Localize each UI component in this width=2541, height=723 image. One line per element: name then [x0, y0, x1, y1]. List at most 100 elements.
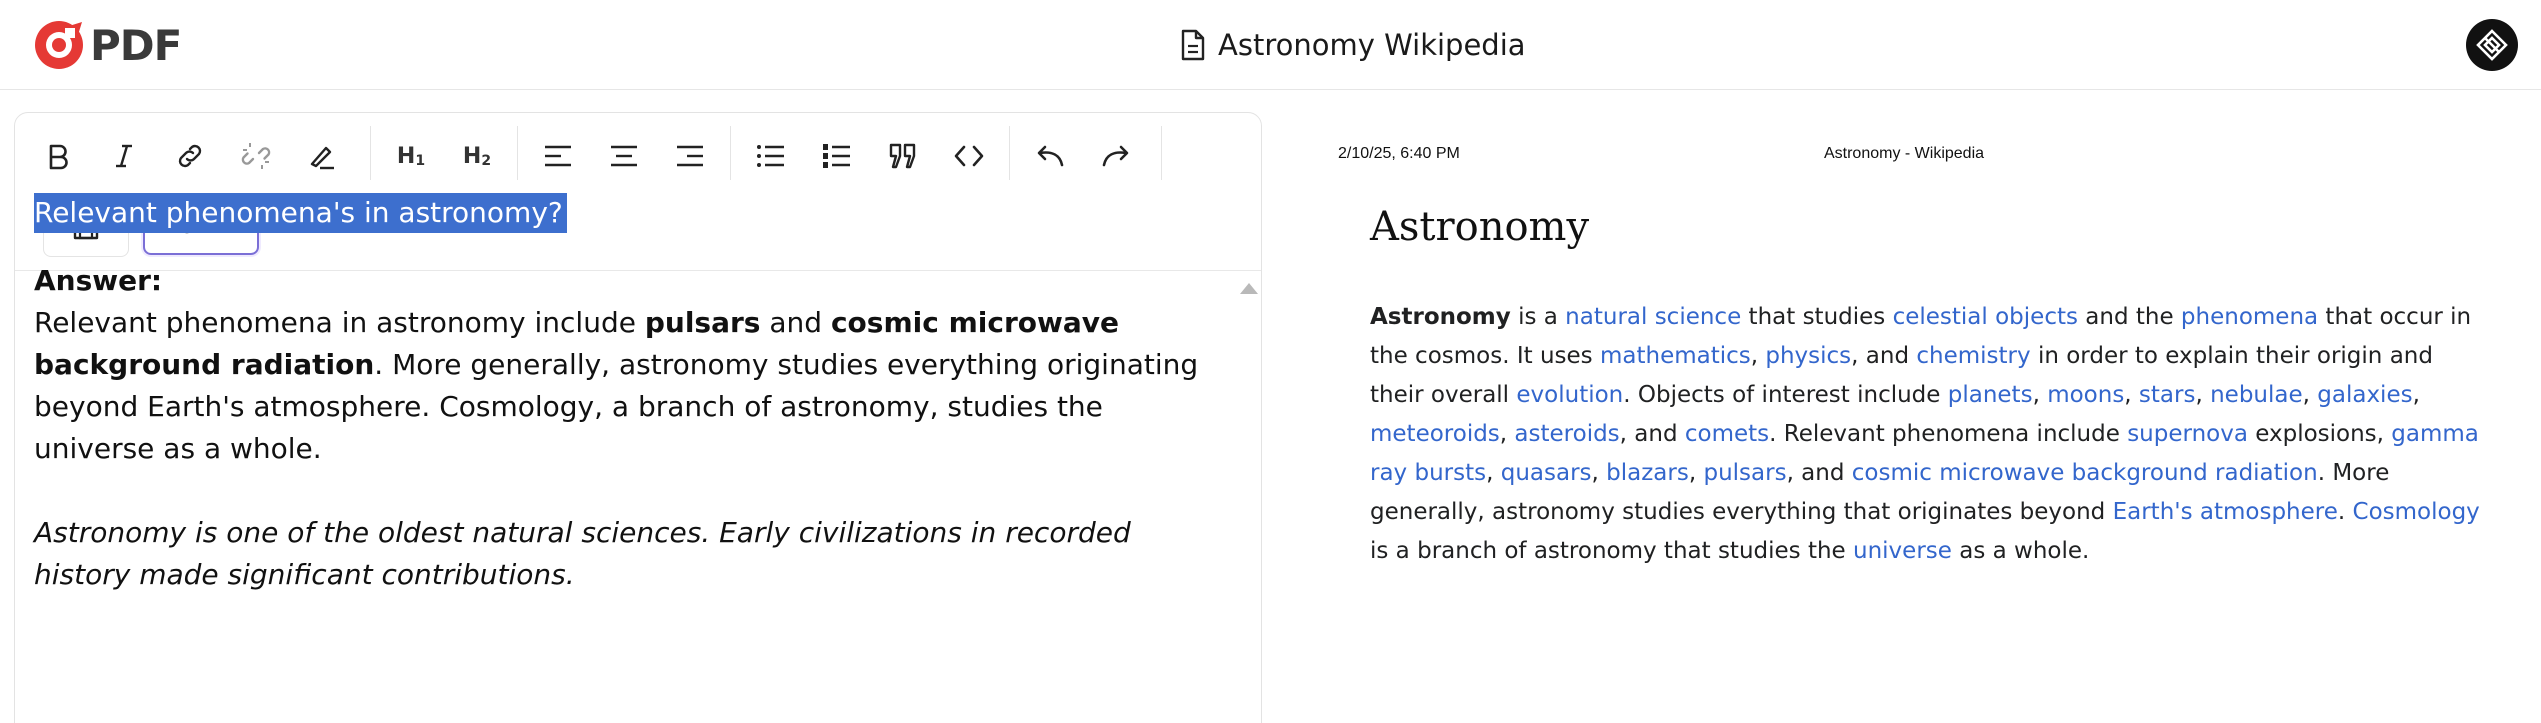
redo-button[interactable]	[1090, 130, 1142, 182]
undo-icon	[1037, 145, 1064, 167]
body-text: ,	[2124, 382, 2139, 408]
body-text: that studies	[1741, 304, 1893, 330]
link-phenomena[interactable]: phenomena	[2181, 304, 2318, 330]
link-planets[interactable]: planets	[1948, 382, 2033, 408]
answer-paragraph: Relevant phenomena in astronomy include …	[34, 302, 1214, 470]
body-text: ,	[2302, 382, 2318, 408]
bold-icon	[49, 144, 68, 170]
link-pulsars[interactable]: pulsars	[1703, 460, 1786, 486]
link-cosmology[interactable]: Cosmology	[2353, 499, 2480, 525]
body-text: , and	[1786, 460, 1852, 486]
heading-2-sub: 2	[481, 152, 492, 169]
body-text: ,	[1499, 421, 1515, 447]
align-right-icon	[677, 145, 703, 167]
editor-content[interactable]: Relevant phenomena's in astronomy? Answe…	[34, 192, 1214, 596]
blockquote-button[interactable]	[877, 130, 929, 182]
redo-icon	[1102, 145, 1129, 167]
body-text: , and	[1851, 343, 1917, 369]
link-stars[interactable]: stars	[2139, 382, 2196, 408]
align-center-button[interactable]	[598, 130, 650, 182]
highlight-button[interactable]	[296, 130, 348, 182]
app-logo[interactable]: PDF	[32, 18, 182, 72]
link-moons[interactable]: moons	[2047, 382, 2124, 408]
unlink-button[interactable]	[230, 130, 282, 182]
heading-1-button[interactable]: H1	[385, 130, 437, 182]
link-button[interactable]	[164, 130, 216, 182]
link-chemistry[interactable]: chemistry	[1916, 343, 2030, 369]
align-right-button[interactable]	[664, 130, 716, 182]
selected-question: Relevant phenomena's in astronomy?	[34, 193, 567, 233]
body-text: .	[2337, 499, 2353, 525]
pdf-logo-icon	[35, 21, 83, 69]
body-text: . Relevant phenomena include	[1769, 421, 2128, 447]
link-physics[interactable]: physics	[1765, 343, 1851, 369]
ordered-list-icon	[823, 144, 850, 168]
undo-button[interactable]	[1024, 130, 1076, 182]
unlink-icon	[241, 143, 271, 169]
link-comets[interactable]: comets	[1685, 421, 1769, 447]
body-text: , and	[1619, 421, 1685, 447]
body-text: ,	[2032, 382, 2048, 408]
link-mathematics[interactable]: mathematics	[1600, 343, 1751, 369]
italic-button[interactable]	[98, 130, 150, 182]
bullet-list-button[interactable]	[745, 130, 797, 182]
body-text: as a whole.	[1951, 538, 2090, 564]
link-earths-atmosphere[interactable]: Earth's atmosphere	[2113, 499, 2338, 525]
link-supernova[interactable]: supernova	[2127, 421, 2248, 447]
article-bold-term: Astronomy	[1370, 304, 1511, 330]
link-universe[interactable]: universe	[1853, 538, 1952, 564]
link-asteroids[interactable]: asteroids	[1514, 421, 1619, 447]
link-galaxies[interactable]: galaxies	[2317, 382, 2412, 408]
link-icon	[178, 144, 202, 168]
link-meteoroids[interactable]: meteoroids	[1370, 421, 1500, 447]
align-left-icon	[545, 145, 571, 167]
quote-icon	[889, 143, 916, 169]
article-body: Astronomy is a natural science that stud…	[1370, 298, 2480, 571]
body-text: and the	[2077, 304, 2181, 330]
code-button[interactable]	[943, 130, 995, 182]
heading-1-label: H	[396, 143, 416, 169]
align-left-button[interactable]	[532, 130, 584, 182]
print-page-header: Astronomy - Wikipedia	[1823, 145, 1985, 162]
body-text: ,	[1591, 460, 1607, 486]
account-avatar[interactable]	[2466, 19, 2518, 71]
document-title-text: Astronomy Wikipedia	[1218, 28, 1526, 62]
body-text: . Objects of interest include	[1623, 382, 1948, 408]
link-nebulae[interactable]: nebulae	[2210, 382, 2303, 408]
toolbar-separator	[370, 126, 371, 180]
print-date: 2/10/25, 6:40 PM	[1338, 145, 1460, 162]
link-quasars[interactable]: quasars	[1501, 460, 1592, 486]
toolbar-separator	[1009, 126, 1010, 180]
body-text: is a branch of astronomy that studies th…	[1370, 538, 1854, 564]
link-evolution[interactable]: evolution	[1516, 382, 1623, 408]
account-icon	[2476, 29, 2508, 61]
link-cosmic-microwave-background-radiation[interactable]: cosmic microwave background radiation	[1852, 460, 2318, 486]
pdf-preview-panel: 2/10/25, 6:40 PM Astronomy - Wikipedia A…	[1262, 92, 2541, 723]
link-natural-science[interactable]: natural science	[1565, 304, 1741, 330]
align-center-icon	[611, 145, 637, 167]
article-title: Astronomy	[1370, 204, 1590, 250]
toolbar-separator	[730, 126, 731, 180]
scroll-up-arrow[interactable]	[1240, 283, 1258, 294]
answer-text: Relevant phenomena in astronomy include	[34, 306, 645, 339]
link-celestial-objects[interactable]: celestial objects	[1893, 304, 2078, 330]
ordered-list-button[interactable]	[811, 130, 863, 182]
body-text: ,	[1688, 460, 1704, 486]
heading-2-button[interactable]: H2	[451, 130, 503, 182]
answer-text: and	[760, 306, 831, 339]
bold-button[interactable]	[32, 130, 84, 182]
code-icon	[954, 145, 984, 167]
document-title: Astronomy Wikipedia	[1180, 24, 1526, 66]
body-text: explosions,	[2247, 421, 2392, 447]
logo-text: PDF	[90, 20, 182, 70]
body-text: ,	[1486, 460, 1501, 486]
italic-paragraph: Astronomy is one of the oldest natural s…	[34, 516, 1131, 591]
toolbar-separator	[517, 126, 518, 180]
toolbar-separator	[1161, 126, 1162, 180]
heading-1-sub: 1	[415, 152, 426, 169]
bullet-list-icon	[757, 145, 784, 167]
answer-bold-pulsars: pulsars	[644, 306, 761, 339]
highlighter-icon	[310, 146, 334, 170]
heading-2-label: H	[462, 143, 482, 169]
link-blazars[interactable]: blazars	[1606, 460, 1689, 486]
